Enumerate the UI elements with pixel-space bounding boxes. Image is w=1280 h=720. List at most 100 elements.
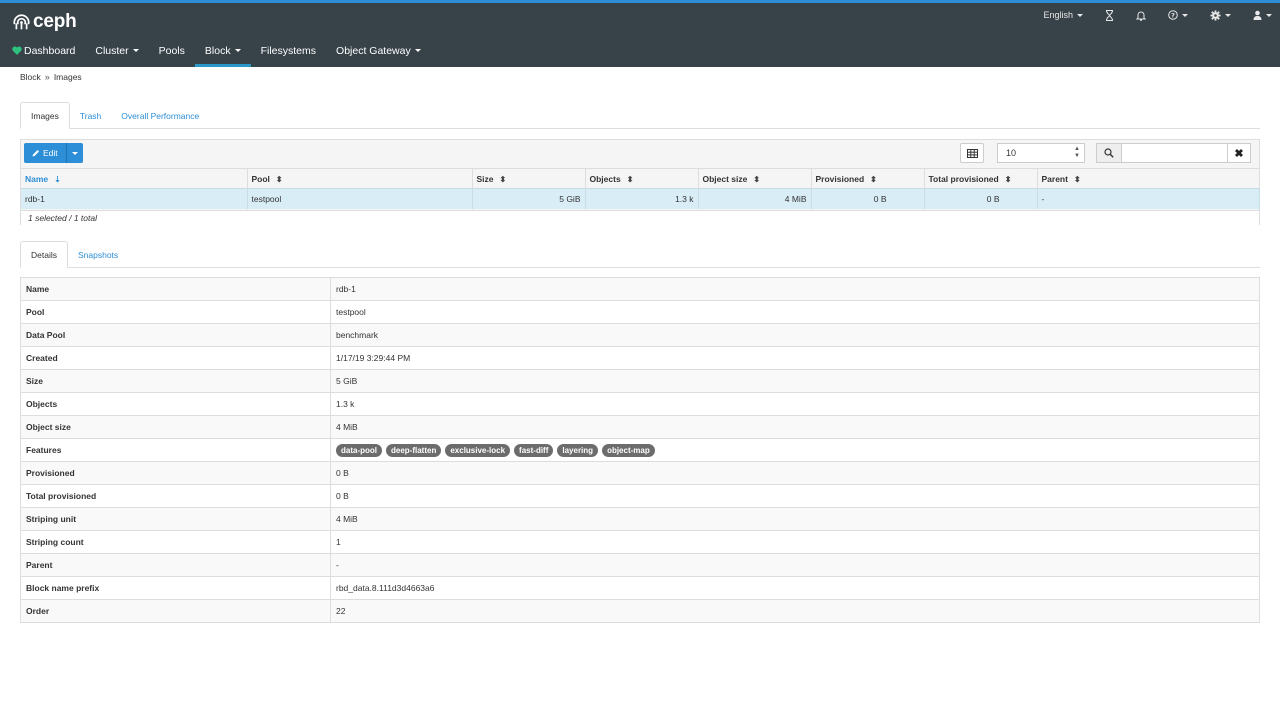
details-key: Object size: [20, 415, 331, 439]
cell-objects: 1.3 k: [585, 188, 699, 209]
tab-snapshots[interactable]: Snapshots: [68, 241, 128, 268]
feature-badge: layering: [557, 443, 599, 457]
feature-badge: fast-diff: [514, 443, 554, 457]
language-label: English: [1043, 10, 1073, 20]
tab-details[interactable]: Details: [20, 241, 68, 268]
nav-pools-label: Pools: [158, 44, 185, 57]
column-header-objects[interactable]: Objects ⬍: [585, 168, 699, 189]
details-value: 0 B: [330, 461, 1260, 485]
nav-filesystems[interactable]: Filesystems: [251, 37, 326, 67]
column-label: Objects: [589, 173, 621, 184]
nav-dashboard-label: Dashboard: [24, 44, 76, 57]
sort-icon: ⬍: [753, 174, 761, 184]
details-value: 0 B: [330, 484, 1260, 508]
help-menu[interactable]: ?: [1168, 9, 1188, 21]
column-header-size[interactable]: Size ⬍: [472, 168, 586, 189]
table-columns-button[interactable]: [960, 143, 984, 163]
details-row: Size 5 GiB: [20, 369, 1260, 393]
search-addon: [1096, 143, 1122, 163]
details-row: Pool testpool: [20, 300, 1260, 324]
details-row: Order 22: [20, 599, 1260, 623]
edit-dropdown-toggle[interactable]: [67, 143, 83, 163]
details-value: -: [330, 553, 1260, 577]
table-header-row: Name ⇣ Pool ⬍ Size ⬍ Objects ⬍ Object size ⬍ …: [21, 168, 1260, 189]
sort-icon: ⬍: [1004, 174, 1012, 184]
cell-size: 5 GiB: [472, 188, 586, 209]
nav-filesystems-label: Filesystems: [260, 44, 317, 57]
chevron-up-icon[interactable]: ▲: [1074, 146, 1080, 153]
details-row: Striping count 1: [20, 530, 1260, 554]
settings-menu[interactable]: [1210, 9, 1231, 21]
tab-overall-performance[interactable]: Overall Performance: [111, 102, 209, 129]
details-row: Striping unit 4 MiB: [20, 507, 1260, 531]
cell-total-provisioned: 0 B: [924, 188, 1038, 209]
details-value: 5 GiB: [330, 369, 1260, 393]
user-menu[interactable]: [1253, 9, 1272, 21]
details-key: Block name prefix: [20, 576, 331, 600]
details-row: Name rdb-1: [20, 277, 1260, 301]
images-table: Name ⇣ Pool ⬍ Size ⬍ Objects ⬍ Object size ⬍ …: [21, 168, 1260, 209]
tab-images[interactable]: Images: [20, 102, 70, 129]
page-size-stepper[interactable]: ▲ ▼: [1074, 146, 1080, 160]
feature-badge: object-map: [602, 443, 655, 457]
details-key: Parent: [20, 553, 331, 577]
cell-pool: testpool: [247, 188, 473, 209]
cell-name: rdb-1: [21, 188, 248, 209]
column-header-pool[interactable]: Pool ⬍: [247, 168, 473, 189]
heart-icon: [12, 46, 22, 55]
main-nav: Dashboard Cluster Pools Block Filesystem…: [0, 37, 431, 67]
details-key: Total provisioned: [20, 484, 331, 508]
nav-block[interactable]: Block: [194, 37, 251, 67]
details-value: rbd_data.8.111d3d4663a6: [330, 576, 1260, 600]
sort-icon: ⬍: [870, 174, 877, 184]
nav-block-label: Block: [204, 44, 231, 57]
details-value: 1.3 k: [330, 392, 1260, 416]
breadcrumb-images: Images: [53, 72, 82, 82]
column-header-object-size[interactable]: Object size ⬍: [698, 168, 812, 189]
nav-object-gateway[interactable]: Object Gateway: [326, 37, 431, 67]
column-header-provisioned[interactable]: Provisioned ⬍: [811, 168, 925, 189]
column-header-total-provisioned[interactable]: Total provisioned ⬍: [924, 168, 1038, 189]
cell-parent: -: [1037, 188, 1260, 209]
sort-icon: ⬍: [1073, 174, 1081, 184]
column-label: Parent: [1041, 173, 1068, 184]
search-input[interactable]: [1122, 143, 1228, 163]
chevron-down-icon: [132, 49, 139, 52]
details-key: Created: [20, 346, 331, 370]
nav-pools[interactable]: Pools: [149, 37, 195, 67]
page-size-value: 10: [1006, 148, 1017, 158]
ceph-logo[interactable]: ceph: [13, 11, 77, 33]
breadcrumb-block[interactable]: Block: [20, 72, 41, 82]
nav-cluster[interactable]: Cluster: [85, 37, 148, 67]
tab-trash[interactable]: Trash: [70, 102, 111, 129]
details-key: Striping unit: [20, 507, 331, 531]
details-row: Total provisioned 0 B: [20, 484, 1260, 508]
column-label: Name: [25, 173, 49, 184]
notifications-button[interactable]: [1136, 9, 1146, 21]
chevron-down-icon: [1266, 13, 1272, 17]
feature-badge: deep-flatten: [386, 443, 442, 457]
language-selector[interactable]: English: [1043, 9, 1083, 21]
utility-menu: English ?: [1021, 9, 1272, 21]
edit-label: Edit: [43, 148, 58, 158]
details-row: Parent -: [20, 553, 1260, 577]
details-value: 22: [330, 599, 1260, 623]
chevron-down-icon[interactable]: ▼: [1074, 153, 1080, 160]
column-header-name[interactable]: Name ⇣: [21, 168, 248, 189]
nav-dashboard[interactable]: Dashboard: [0, 37, 85, 67]
details-key: Data Pool: [20, 323, 331, 347]
details-row: Block name prefix rbd_data.8.111d3d4663a6: [20, 576, 1260, 600]
sort-ascending-icon: ⇣: [54, 174, 61, 184]
table-row[interactable]: rdb-1 testpool 5 GiB 1.3 k 4 MiB 0 B 0 B…: [21, 188, 1260, 209]
column-header-parent[interactable]: Parent ⬍: [1037, 168, 1260, 189]
navbar: ceph English ? Dashboard Cluster Pools B…: [0, 3, 1280, 67]
details-row: Data Pool benchmark: [20, 323, 1260, 347]
edit-button[interactable]: Edit: [24, 143, 67, 163]
table-search: ✖: [1096, 143, 1251, 163]
details-value: benchmark: [330, 323, 1260, 347]
user-icon: [1253, 10, 1262, 20]
column-label: Total provisioned: [928, 173, 999, 184]
page-size-input[interactable]: 10 ▲ ▼: [997, 143, 1085, 163]
tasks-button[interactable]: [1105, 9, 1114, 21]
clear-search-button[interactable]: ✖: [1228, 143, 1251, 163]
